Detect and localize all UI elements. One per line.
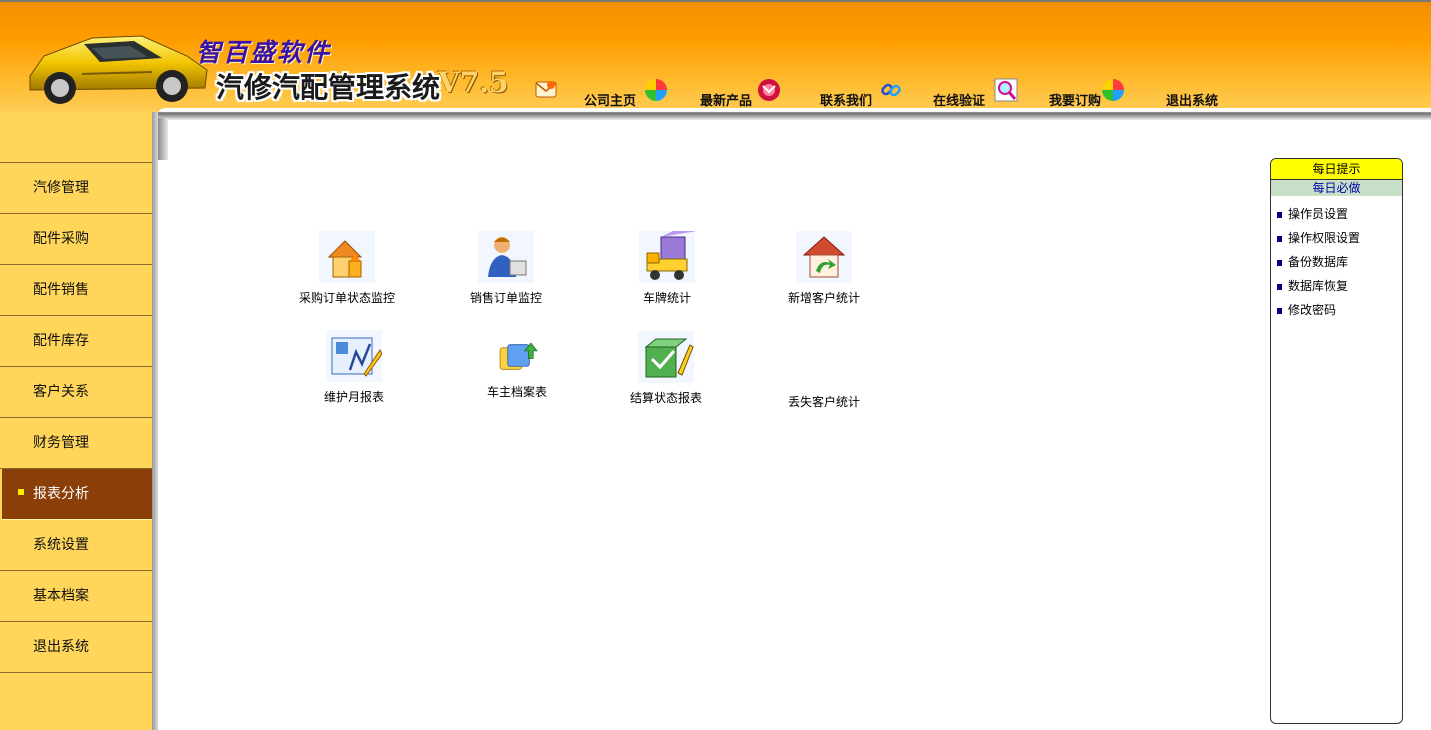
- bullet-icon: [1277, 212, 1282, 218]
- house-arrow-icon: [796, 231, 852, 283]
- sidebar-item-label: 报表分析: [33, 486, 89, 502]
- tip-label: 数据库恢复: [1288, 279, 1349, 293]
- daily-tips-panel: 每日提示 每日必做 操作员设置 操作权限设置 备份数据库 数据库恢复 修改密码: [1270, 158, 1403, 724]
- report-label: 车牌统计: [642, 291, 691, 305]
- nav-online-verify[interactable]: 在线验证: [933, 90, 985, 109]
- tip-label: 操作权限设置: [1288, 231, 1361, 245]
- sidebar-item-finance-management[interactable]: 财务管理: [0, 418, 156, 469]
- report-car-owner-records[interactable]: 车主档案表: [447, 337, 587, 400]
- chart-pencil-icon: [326, 330, 382, 382]
- pinwheel-icon: [645, 79, 667, 101]
- tips-subtitle: 每日必做: [1271, 180, 1402, 196]
- tip-operator-settings[interactable]: 操作员设置: [1271, 202, 1402, 226]
- report-label: 销售订单监控: [469, 291, 542, 305]
- sidebar-item-label: 基本档案: [33, 588, 89, 604]
- tip-restore-database[interactable]: 数据库恢复: [1271, 274, 1402, 298]
- magnifier-icon: [994, 78, 1018, 102]
- nav-order-now[interactable]: 我要订购: [1049, 90, 1101, 109]
- nav-exit-system[interactable]: 退出系统: [1166, 90, 1218, 109]
- sidebar-item-label: 配件采购: [33, 231, 89, 247]
- report-new-customer-stats[interactable]: 新增客户统计: [754, 231, 894, 306]
- content-frame-top-border: [156, 108, 1431, 120]
- system-title: 汽修汽配管理系统: [216, 71, 441, 104]
- report-label: 车主档案表: [486, 385, 547, 399]
- link-chain-icon: [881, 83, 901, 97]
- report-label: 采购订单状态监控: [298, 291, 395, 305]
- tip-label: 操作员设置: [1288, 207, 1349, 221]
- content-frame-left-border: [158, 118, 168, 160]
- sidebar-spacer: [0, 112, 156, 163]
- tip-change-password[interactable]: 修改密码: [1271, 298, 1402, 322]
- report-label: 新增客户统计: [787, 291, 860, 305]
- report-lost-customer-stats[interactable]: 丢失客户统计: [754, 387, 894, 410]
- tip-backup-database[interactable]: 备份数据库: [1271, 250, 1402, 274]
- sidebar-shadow: [152, 112, 158, 730]
- folders-icon: [495, 337, 539, 377]
- sidebar-item-repair-management[interactable]: 汽修管理: [0, 163, 156, 214]
- sidebar-menu: 汽修管理 配件采购 配件销售 配件库存 客户关系 财务管理 报表分析 系统设置 …: [0, 112, 156, 730]
- sidebar-item-parts-sales[interactable]: 配件销售: [0, 265, 156, 316]
- sidebar-item-label: 汽修管理: [33, 180, 89, 196]
- bullet-icon: [1277, 284, 1282, 290]
- delivery-truck-icon: [639, 231, 695, 283]
- report-settlement-status[interactable]: 结算状态报表: [596, 331, 736, 406]
- tip-label: 备份数据库: [1288, 255, 1349, 269]
- sidebar-item-label: 退出系统: [33, 639, 89, 655]
- sidebar-item-label: 系统设置: [33, 537, 89, 553]
- report-label: 维护月报表: [323, 390, 384, 404]
- sidebar-item-parts-purchasing[interactable]: 配件采购: [0, 214, 156, 265]
- package-check-icon: [638, 331, 694, 383]
- tip-permission-settings[interactable]: 操作权限设置: [1271, 226, 1402, 250]
- tip-label: 修改密码: [1288, 303, 1337, 317]
- bullet-icon: [18, 489, 24, 495]
- sidebar-item-label: 财务管理: [33, 435, 89, 451]
- sidebar-item-basic-records[interactable]: 基本档案: [0, 571, 156, 622]
- red-circle-icon: [758, 79, 780, 101]
- sidebar-item-label: 配件销售: [33, 282, 89, 298]
- nav-company-home[interactable]: 公司主页: [584, 90, 636, 109]
- report-sales-order-monitor[interactable]: 销售订单监控: [436, 231, 576, 306]
- version-label: V7.5: [438, 66, 509, 99]
- nav-latest-products[interactable]: 最新产品: [700, 90, 752, 109]
- report-purchase-order-monitor[interactable]: 采购订单状态监控: [277, 231, 417, 306]
- nav-contact-us[interactable]: 联系我们: [820, 90, 872, 109]
- report-label: 丢失客户统计: [787, 395, 860, 409]
- pinwheel-icon: [1102, 79, 1124, 101]
- report-label: 结算状态报表: [629, 391, 702, 405]
- bullet-icon: [1277, 260, 1282, 266]
- bullet-icon: [1277, 236, 1282, 242]
- sports-car-logo-icon: [29, 35, 208, 104]
- salesperson-icon: [478, 231, 534, 283]
- mail-icon[interactable]: [534, 77, 558, 101]
- tips-title: 每日提示: [1271, 159, 1402, 180]
- bullet-icon: [1277, 308, 1282, 314]
- sidebar-item-system-settings[interactable]: 系统设置: [0, 520, 156, 571]
- sidebar-item-report-analysis[interactable]: 报表分析: [2, 469, 152, 520]
- brand-name: 智百盛软件: [196, 38, 332, 67]
- app-header: 智百盛软件 汽修汽配管理系统 V7.5 公司主页 最新产品 联系我们 在线验证 …: [0, 0, 1431, 112]
- report-license-plate-stats[interactable]: 车牌统计: [597, 231, 737, 306]
- report-maintenance-monthly[interactable]: 维护月报表: [284, 330, 424, 405]
- sidebar-item-exit-system[interactable]: 退出系统: [0, 622, 156, 673]
- sidebar-item-label: 客户关系: [33, 384, 89, 400]
- house-icon: [319, 231, 375, 283]
- sidebar-item-parts-inventory[interactable]: 配件库存: [0, 316, 156, 367]
- sidebar-item-customer-relations[interactable]: 客户关系: [0, 367, 156, 418]
- sidebar-item-label: 配件库存: [33, 333, 89, 349]
